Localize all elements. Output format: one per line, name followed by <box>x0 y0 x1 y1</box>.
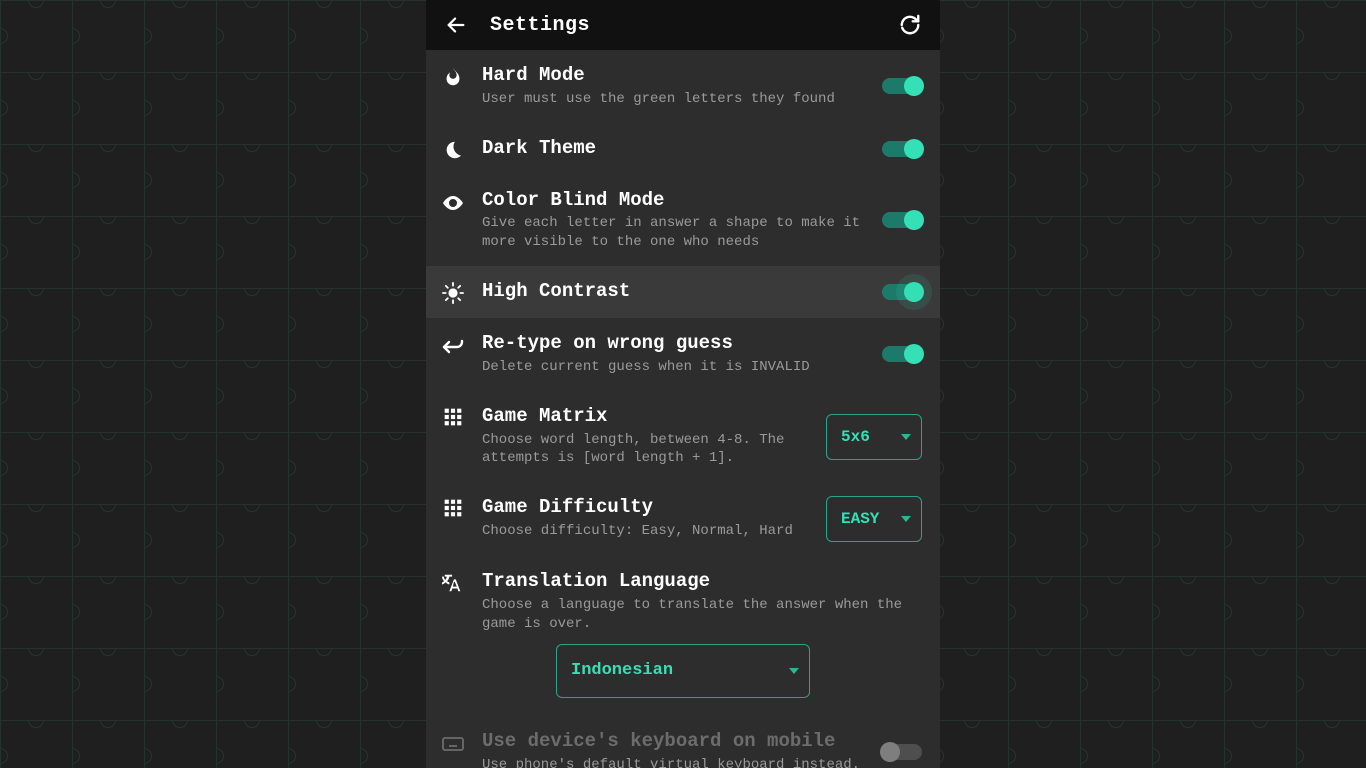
label-hard-mode: Hard Mode <box>482 64 866 88</box>
fire-icon <box>442 66 464 88</box>
label-dark-theme: Dark Theme <box>482 137 866 161</box>
desc-difficulty: Choose difficulty: Easy, Normal, Hard <box>482 522 810 541</box>
refresh-icon <box>899 14 921 36</box>
back-button[interactable] <box>440 9 472 41</box>
eye-icon <box>441 191 465 215</box>
select-language[interactable]: Indonesian <box>556 644 810 698</box>
desc-matrix: Choose word length, between 4-8. The att… <box>482 431 810 469</box>
select-difficulty-value: EASY <box>841 510 879 528</box>
select-matrix[interactable]: 5x6 <box>826 414 922 460</box>
row-language-select: Indonesian <box>426 640 940 716</box>
toggle-high-contrast[interactable] <box>882 284 922 300</box>
label-retype: Re-type on wrong guess <box>482 332 866 356</box>
label-high-contrast: High Contrast <box>482 280 866 304</box>
chevron-down-icon <box>901 516 911 522</box>
select-matrix-value: 5x6 <box>841 428 870 446</box>
row-hard-mode: Hard Mode User must use the green letter… <box>426 50 940 123</box>
row-color-blind: Color Blind Mode Give each letter in ans… <box>426 175 940 267</box>
select-difficulty[interactable]: EASY <box>826 496 922 542</box>
toggle-color-blind[interactable] <box>882 212 922 228</box>
desc-hard-mode: User must use the green letters they fou… <box>482 90 866 109</box>
brightness-icon <box>442 282 464 304</box>
header-bar: Settings <box>426 0 940 50</box>
moon-icon <box>442 139 464 161</box>
toggle-hard-mode[interactable] <box>882 78 922 94</box>
row-dark-theme: Dark Theme <box>426 123 940 175</box>
row-retype: Re-type on wrong guess Delete current gu… <box>426 318 940 391</box>
label-matrix: Game Matrix <box>482 405 810 429</box>
label-language: Translation Language <box>482 570 922 594</box>
arrow-left-icon <box>445 14 467 36</box>
grid-icon <box>443 407 463 427</box>
row-matrix: Game Matrix Choose word length, between … <box>426 391 940 483</box>
desc-device-keyboard: Use phone's default virtual keyboard ins… <box>482 756 866 768</box>
chevron-down-icon <box>901 434 911 440</box>
row-difficulty: Game Difficulty Choose difficulty: Easy,… <box>426 482 940 556</box>
desc-retype: Delete current guess when it is INVALID <box>482 358 866 377</box>
label-color-blind: Color Blind Mode <box>482 189 866 213</box>
translate-icon <box>442 572 464 594</box>
select-language-value: Indonesian <box>571 661 673 680</box>
page-title: Settings <box>490 14 590 37</box>
row-device-keyboard: Use device's keyboard on mobile Use phon… <box>426 716 940 768</box>
desc-language: Choose a language to translate the answe… <box>482 596 922 634</box>
settings-panel: Settings Hard Mode User must use the gre… <box>426 0 940 768</box>
label-device-keyboard: Use device's keyboard on mobile <box>482 730 866 754</box>
return-icon <box>441 334 465 358</box>
desc-color-blind: Give each letter in answer a shape to ma… <box>482 214 866 252</box>
toggle-retype[interactable] <box>882 346 922 362</box>
row-language: Translation Language Choose a language t… <box>426 556 940 640</box>
toggle-dark-theme[interactable] <box>882 141 922 157</box>
label-difficulty: Game Difficulty <box>482 496 810 520</box>
settings-list: Hard Mode User must use the green letter… <box>426 50 940 768</box>
reset-button[interactable] <box>894 9 926 41</box>
keyboard-icon <box>441 732 465 756</box>
grid-icon <box>443 498 463 518</box>
row-high-contrast: High Contrast <box>426 266 940 318</box>
toggle-device-keyboard <box>882 744 922 760</box>
chevron-down-icon <box>789 668 799 674</box>
